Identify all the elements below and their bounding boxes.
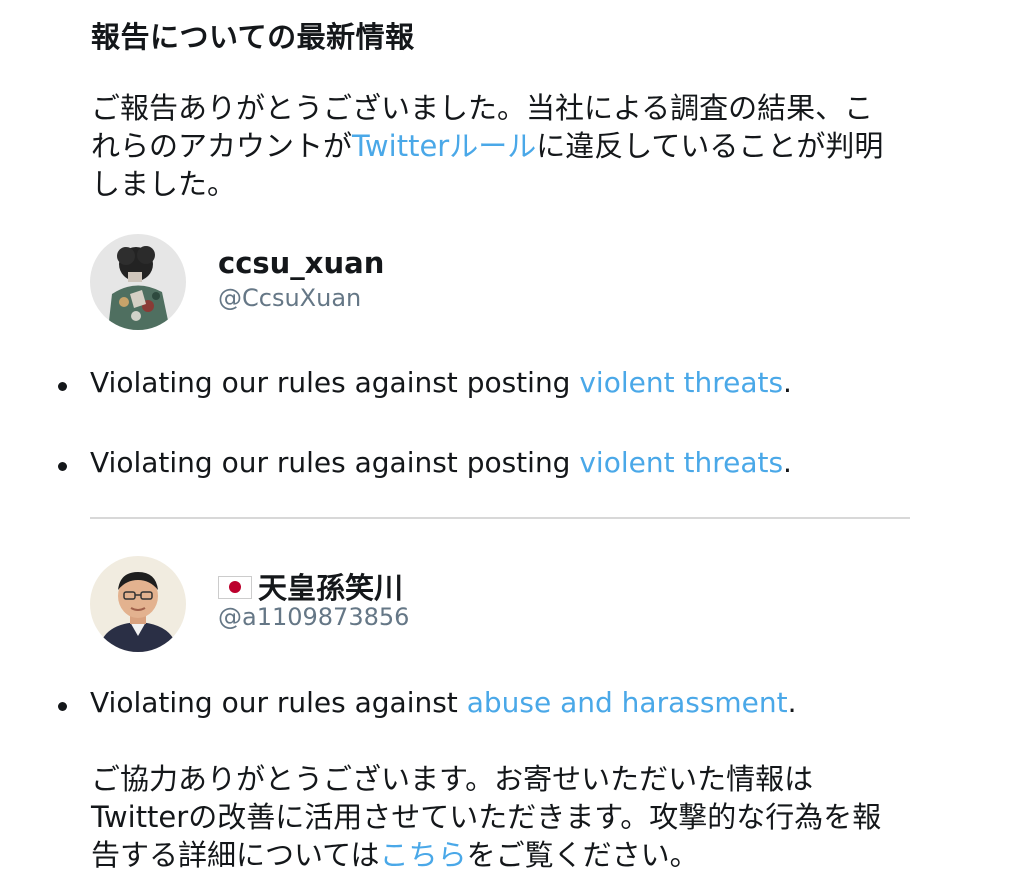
closing-text-after: をご覧ください。	[466, 838, 699, 872]
violation-text: Violating our rules against posting	[90, 366, 580, 399]
abuse-harassment-link[interactable]: abuse and harassment	[467, 686, 788, 719]
avatar-a1109873856[interactable]	[90, 556, 186, 652]
twitter-rules-link[interactable]: Twitterルール	[352, 129, 536, 163]
violation-item: Violating our rules against posting viol…	[58, 366, 792, 399]
avatar-ccsuxuan[interactable]	[90, 234, 186, 330]
violation-suffix: .	[787, 686, 797, 719]
display-name[interactable]: ccsu_xuan	[218, 246, 384, 280]
display-name[interactable]: 天皇孫笑川	[218, 565, 403, 607]
divider	[90, 517, 910, 519]
handle[interactable]: @a1109873856	[218, 603, 409, 631]
violation-text: Violating our rules against	[90, 686, 467, 719]
violation-suffix: .	[783, 366, 792, 399]
violent-threats-link[interactable]: violent threats	[579, 366, 783, 399]
intro-paragraph: ご報告ありがとうございました。当社による調査の結果、これらのアカウントがTwit…	[91, 89, 901, 203]
closing-paragraph: ご協力ありがとうございます。お寄せいただいた情報はTwitterの改善に活用させ…	[91, 760, 901, 874]
display-name-text: 天皇孫笑川	[258, 571, 404, 605]
violation-item: Violating our rules against posting viol…	[58, 446, 792, 479]
violation-item: Violating our rules against abuse and ha…	[58, 686, 797, 719]
japan-flag-icon	[218, 575, 252, 599]
handle[interactable]: @CcsuXuan	[218, 284, 361, 312]
details-here-link[interactable]: こちら	[380, 838, 467, 872]
report-update-heading: 報告についての最新情報	[91, 20, 415, 54]
violation-text: Violating our rules against posting	[90, 446, 580, 479]
violation-suffix: .	[783, 446, 792, 479]
violent-threats-link[interactable]: violent threats	[579, 446, 783, 479]
